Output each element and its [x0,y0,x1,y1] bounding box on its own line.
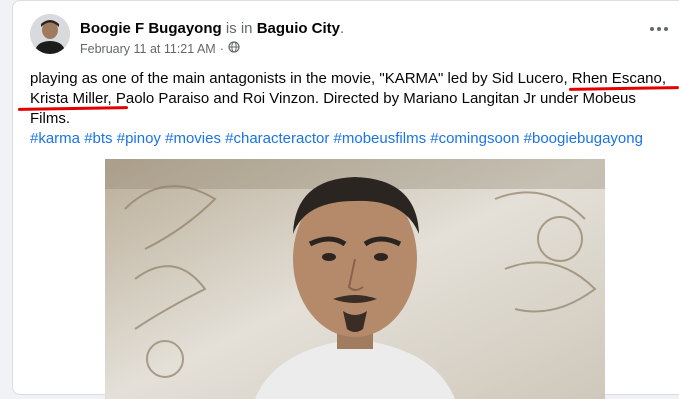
hashtag-link[interactable]: #characteractor [225,130,329,147]
post-meta: February 11 at 11:21 AM · [80,41,240,56]
hashtag-list: #karma #bts #pinoy #movies #characteract… [30,129,679,149]
globe-icon[interactable] [228,41,240,56]
cast-name-krista: Krista Miller, [30,90,112,107]
post-header: Boogie F Bugayong is in Baguio City. [80,19,344,39]
more-options-icon[interactable] [650,27,668,31]
post-text: playing as one of the main antagonists i… [30,69,679,149]
hashtag-link[interactable]: #comingsoon [430,130,519,147]
meta-separator: · [219,41,224,56]
location-link[interactable]: Baguio City [257,20,340,37]
hashtag-link[interactable]: #karma [30,130,80,147]
avatar[interactable] [30,14,70,54]
hashtag-link[interactable]: #movies [165,130,221,147]
hashtag-link[interactable]: #boogiebugayong [524,130,643,147]
post-card: Boogie F Bugayong is in Baguio City. Feb… [12,0,679,399]
author-name[interactable]: Boogie F Bugayong [80,20,222,37]
hashtag-link[interactable]: #mobeusfilms [334,130,427,147]
cast-name-rhen: Rhen Escano, [571,70,667,87]
post-text-part1: playing as one of the main antagonists i… [30,70,572,87]
timestamp[interactable]: February 11 at 11:21 AM [80,42,216,56]
hashtag-link[interactable]: #bts [84,130,112,147]
is-in-label: is in [221,20,257,37]
hashtag-link[interactable]: #pinoy [117,130,161,147]
post-photo[interactable] [105,159,605,399]
period: . [340,20,345,37]
